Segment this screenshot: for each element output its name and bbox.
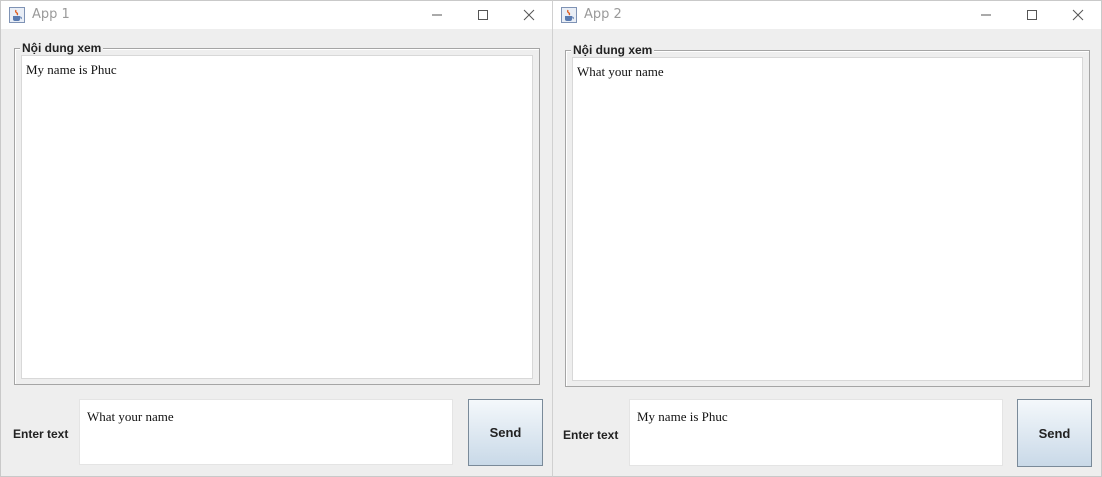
maximize-button[interactable]	[460, 1, 506, 29]
group-title: Nội dung xem	[20, 40, 104, 56]
app-2-window: App 2 Nội dung xem What your name Enter …	[552, 0, 1102, 477]
close-button[interactable]	[1055, 1, 1101, 29]
maximize-button[interactable]	[1009, 1, 1055, 29]
message-input[interactable]: What your name	[79, 399, 453, 465]
minimize-icon	[432, 14, 442, 16]
maximize-icon	[1027, 10, 1037, 20]
title-bar[interactable]: App 2	[553, 1, 1101, 29]
maximize-icon	[478, 10, 488, 20]
send-button[interactable]: Send	[1017, 399, 1092, 467]
java-cup-icon	[9, 7, 25, 23]
minimize-button[interactable]	[963, 1, 1009, 29]
send-button[interactable]: Send	[468, 399, 543, 466]
message-input[interactable]: My name is Phuc	[629, 399, 1003, 466]
enter-text-label: Enter text	[13, 427, 69, 441]
close-icon	[1072, 9, 1084, 21]
content-textarea[interactable]: What your name	[572, 57, 1083, 381]
window-title: App 1	[32, 7, 70, 22]
close-icon	[523, 9, 535, 21]
title-bar[interactable]: App 1	[1, 1, 552, 29]
content-textarea[interactable]: My name is Phuc	[21, 55, 533, 379]
java-cup-icon	[561, 7, 577, 23]
window-title: App 2	[584, 7, 622, 22]
content-group: Nội dung xem What your name	[565, 42, 1090, 387]
minimize-icon	[981, 14, 991, 16]
minimize-button[interactable]	[414, 1, 460, 29]
content-group: Nội dung xem My name is Phuc	[14, 40, 540, 385]
app-1-window: App 1 Nội dung xem My name is Phuc Enter…	[0, 0, 553, 477]
close-button[interactable]	[506, 1, 552, 29]
enter-text-label: Enter text	[563, 428, 619, 442]
group-title: Nội dung xem	[571, 42, 655, 58]
